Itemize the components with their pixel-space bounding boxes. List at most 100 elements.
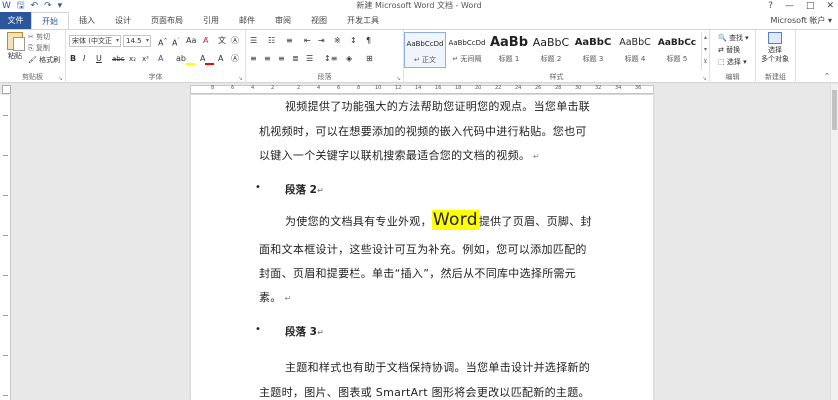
minimize-button[interactable]: —	[785, 0, 794, 12]
decrease-indent-icon[interactable]: ⇤	[304, 35, 311, 47]
phonetic-guide-icon[interactable]: 文	[218, 35, 226, 47]
scrollbar-thumb[interactable]	[832, 90, 837, 130]
underline-button[interactable]: U	[96, 53, 102, 65]
tab-review[interactable]: 审阅	[265, 12, 301, 29]
window-controls: ? — □ ✕	[768, 0, 834, 12]
shading-icon[interactable]: ◈	[346, 53, 352, 65]
vertical-ruler[interactable]	[0, 95, 11, 400]
document-page[interactable]: 视频提供了功能强大的方法帮助您证明您的观点。当您单击联 机视频时，可以在想要添加…	[191, 95, 653, 400]
char-border-icon[interactable]: Ⓐ	[231, 53, 239, 65]
tab-view[interactable]: 视图	[301, 12, 337, 29]
numbering-icon[interactable]: ☷	[268, 35, 275, 47]
style-heading-3[interactable]: AaBbC 标题 3	[572, 32, 614, 68]
find-label: 查找 ▾	[728, 34, 749, 42]
enclose-char-icon[interactable]: Ⓐ	[231, 35, 239, 47]
style-heading-1[interactable]: AaBb 标题 1	[488, 32, 530, 68]
select-button[interactable]: ⬚ 选择 ▾	[718, 57, 747, 67]
ribbon-home: 粘贴 ✂ 剪切 ⎘ 复制 🖌 格式刷 剪贴板 ↘ 宋体 (中文正 ▾ 14.5 ▾ …	[0, 29, 838, 83]
chevron-down-icon[interactable]: ▾	[702, 44, 709, 56]
change-case-button[interactable]: Aa	[186, 35, 196, 47]
paragraph-2-line-1: 为使您的文档具有专业外观，Word提供了页眉、页脚、封	[285, 210, 592, 230]
tab-page-layout[interactable]: 页面布局	[141, 12, 193, 29]
styles-gallery-scroll[interactable]: ▴ ▾ ⊻	[701, 32, 709, 70]
style-name: 标题 3	[582, 55, 604, 63]
chinese-layout-icon[interactable]: ※	[334, 35, 341, 47]
superscript-button[interactable]: x²	[142, 53, 149, 65]
maximize-button[interactable]: □	[806, 0, 815, 12]
justify-icon[interactable]: ≣	[292, 53, 299, 65]
editing-group-label: 编辑	[725, 73, 740, 81]
tab-file[interactable]: 文件	[0, 12, 31, 29]
font-color-button[interactable]: A	[200, 53, 215, 65]
bullets-icon[interactable]: ☰	[250, 35, 257, 47]
style-preview: AaBbC	[532, 36, 570, 49]
copy-button[interactable]: ⎘ 复制	[28, 43, 50, 53]
tab-home[interactable]: 开始	[31, 12, 69, 29]
shrink-font-button[interactable]: Aˇ	[172, 35, 180, 50]
cut-button[interactable]: ✂ 剪切	[28, 32, 50, 42]
font-name-combo[interactable]: 宋体 (中文正 ▾	[69, 35, 121, 47]
tab-mailings[interactable]: 邮件	[229, 12, 265, 29]
select-objects-label: 选择 多个对象	[761, 46, 789, 63]
styles-gallery: AaBbCcDd ↵ 正文 AaBbCcDd ↵ 无间隔 AaBb 标题 1 A…	[404, 32, 700, 70]
show-marks-icon[interactable]: ¶	[366, 35, 371, 47]
line-spacing-icon[interactable]: ↕≡	[324, 53, 337, 65]
select-multiple-objects-button[interactable]: 选择 多个对象	[760, 32, 790, 64]
clipboard-launcher-icon[interactable]: ↘	[58, 75, 63, 82]
tab-insert[interactable]: 插入	[69, 12, 105, 29]
find-button[interactable]: 🔍 查找 ▾	[718, 33, 749, 43]
style-heading-2[interactable]: AaBbC 标题 2	[530, 32, 572, 68]
distributed-icon[interactable]: ☰	[306, 53, 313, 65]
word-window: W 🖫 ↶ ↷ ▾ 新建 Microsoft Word 文档 - Word ? …	[0, 0, 838, 400]
ruler-strip[interactable]: 8 6 4 2 2 4 6 8 10 12 14 16 18 20 22 24 …	[190, 85, 654, 94]
clipboard-group: 粘贴 ✂ 剪切 ⎘ 复制 🖌 格式刷 剪贴板 ↘	[0, 30, 66, 83]
tab-selector[interactable]	[2, 85, 11, 94]
highlight-color-button[interactable]: ab	[176, 53, 195, 65]
style-preview: AaBbC	[619, 37, 651, 48]
collapse-ribbon-icon[interactable]: ⌃	[824, 70, 830, 82]
format-painter-button[interactable]: 🖌 格式刷	[28, 55, 60, 65]
style-name: ↵ 无间隔	[452, 55, 482, 63]
close-button[interactable]: ✕	[826, 0, 834, 12]
align-center-icon[interactable]: ≡	[264, 53, 271, 65]
clipboard-group-label: 剪贴板	[22, 73, 43, 81]
vertical-scrollbar[interactable]	[830, 84, 838, 400]
bold-button[interactable]: B	[70, 53, 76, 65]
subscript-button[interactable]: x₂	[129, 53, 136, 65]
increase-indent-icon[interactable]: ⇥	[318, 35, 325, 47]
align-right-icon[interactable]: ≡	[278, 53, 285, 65]
select-icon: ⬚	[718, 58, 725, 66]
text-effects-icon[interactable]: A	[158, 53, 163, 65]
align-left-icon[interactable]: ≡	[250, 53, 257, 65]
strikethrough-button[interactable]: abc	[112, 53, 125, 65]
style-heading-5[interactable]: AaBbCc 标题 5	[656, 32, 698, 68]
paste-button[interactable]: 粘贴	[4, 32, 26, 61]
more-styles-icon[interactable]: ⊻	[702, 56, 709, 68]
paste-label: 粘贴	[8, 52, 22, 60]
font-launcher-icon[interactable]: ↘	[238, 75, 243, 82]
styles-launcher-icon[interactable]: ↘	[702, 75, 707, 82]
account-menu[interactable]: Microsoft 帐户 ▾	[770, 12, 832, 29]
font-size-combo[interactable]: 14.5 ▾	[123, 35, 151, 47]
borders-icon[interactable]: ⊞	[366, 53, 373, 65]
help-button[interactable]: ?	[768, 0, 773, 12]
tab-developer[interactable]: 开发工具	[337, 12, 389, 29]
paragraph-launcher-icon[interactable]: ↘	[396, 75, 401, 82]
style-heading-4[interactable]: AaBbC 标题 4	[614, 32, 656, 68]
tab-references[interactable]: 引用	[193, 12, 229, 29]
italic-button[interactable]: I	[83, 53, 85, 65]
font-size-value: 14.5	[126, 37, 142, 45]
clear-formatting-icon[interactable]: A̸	[203, 35, 208, 47]
multilevel-list-icon[interactable]: ≡	[286, 35, 293, 47]
char-shading-icon[interactable]: A	[218, 53, 223, 65]
sort-icon[interactable]: ↕	[350, 35, 357, 47]
style-normal[interactable]: AaBbCcDd ↵ 正文	[404, 32, 446, 68]
style-preview: AaBbCc	[657, 38, 697, 48]
tab-design[interactable]: 设计	[105, 12, 141, 29]
chevron-up-icon[interactable]: ▴	[702, 32, 709, 44]
replace-button[interactable]: ⇄ 替换	[718, 45, 740, 55]
font-group: 宋体 (中文正 ▾ 14.5 ▾ A^ Aˇ Aa A̸ 文 Ⓐ B I U abc…	[66, 30, 246, 83]
grow-font-button[interactable]: A^	[158, 35, 168, 50]
paragraph-group-label: 段落	[317, 73, 332, 81]
style-no-spacing[interactable]: AaBbCcDd ↵ 无间隔	[446, 32, 488, 68]
